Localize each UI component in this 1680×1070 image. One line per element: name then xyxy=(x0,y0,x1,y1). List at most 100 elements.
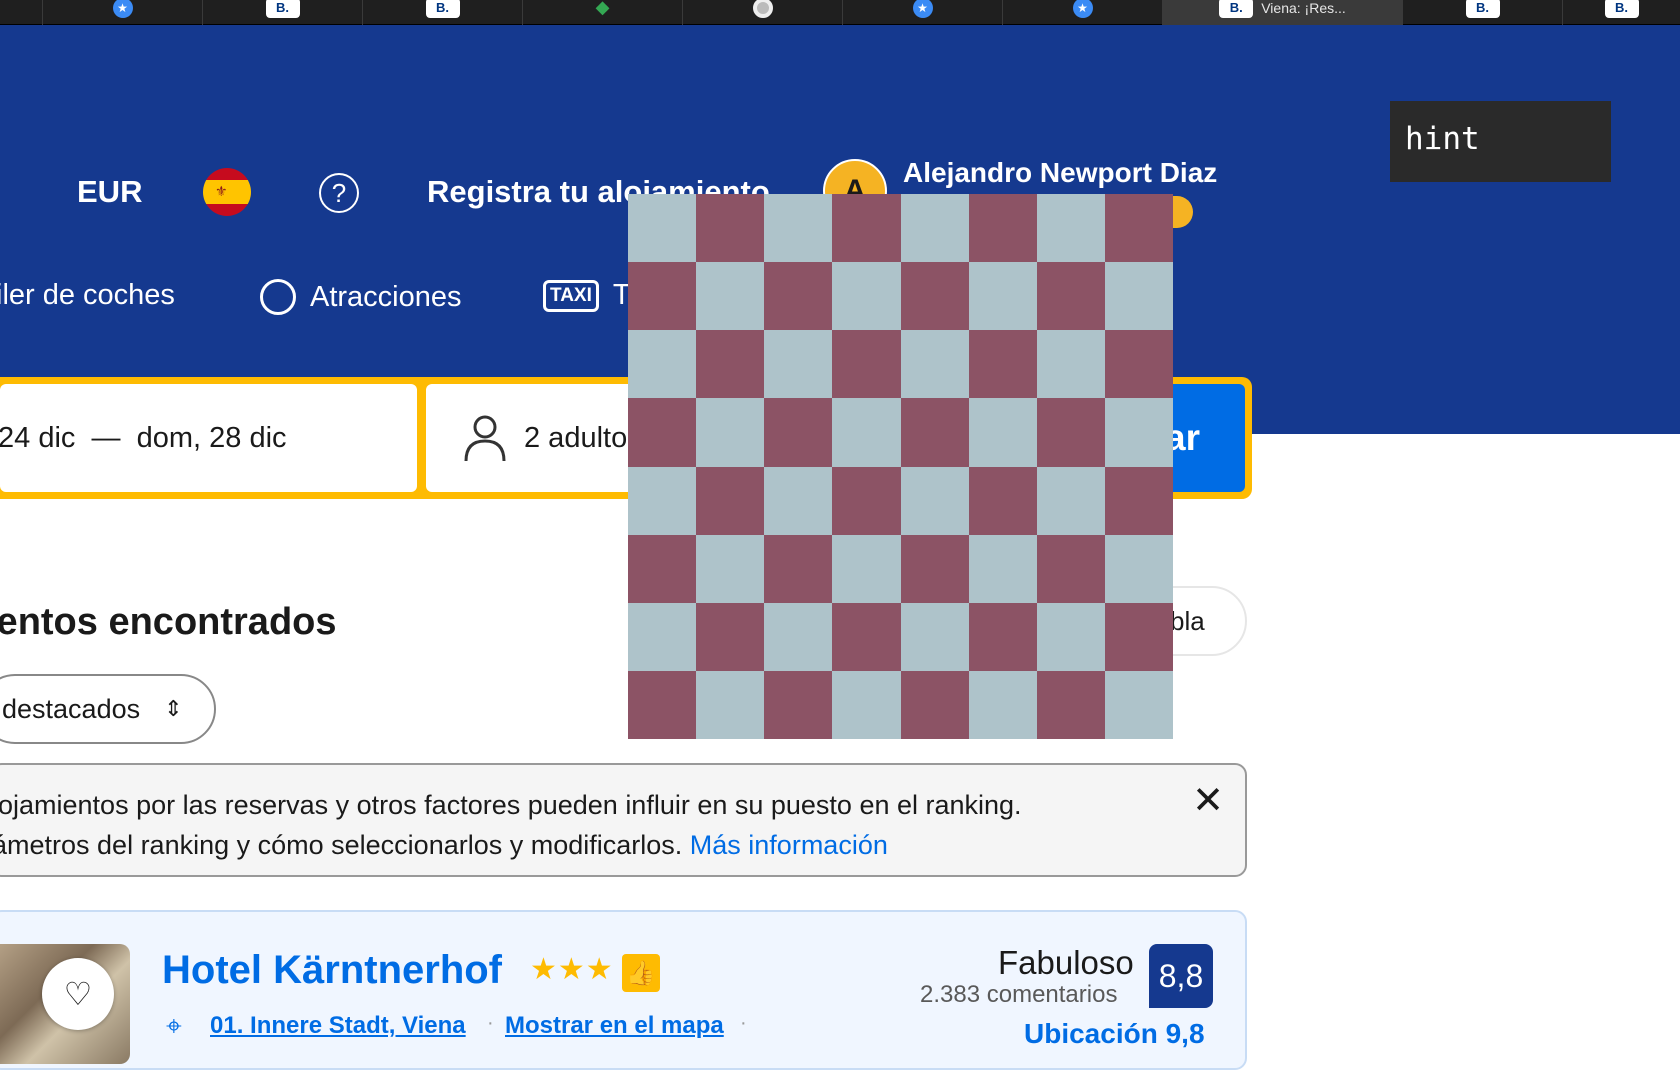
browser-tab-active[interactable]: B. Viena: ¡Res... xyxy=(1162,0,1402,25)
heart-icon[interactable]: ♡ xyxy=(42,958,114,1030)
checker-cell xyxy=(696,602,765,671)
checker-cell xyxy=(1036,194,1105,263)
checker-cell xyxy=(832,602,901,671)
checker-cell xyxy=(628,534,697,603)
review-score-badge: 8,8 xyxy=(1149,944,1213,1008)
location-score: Ubicación 9,8 xyxy=(1024,1018,1205,1049)
separator-dot: · xyxy=(740,1012,747,1034)
star-icon: ★ xyxy=(1072,0,1093,18)
checker-cell xyxy=(968,466,1037,535)
checker-cell xyxy=(900,534,969,603)
checker-cell xyxy=(832,194,901,263)
checker-cell xyxy=(968,194,1037,263)
browser-tab[interactable]: B. xyxy=(202,0,362,25)
booking-icon: B. xyxy=(265,0,300,18)
star-rating: ★★★ xyxy=(530,953,614,986)
checker-cell xyxy=(1104,398,1173,467)
nav-attractions-label: Atracciones xyxy=(310,280,462,313)
district-link[interactable]: 01. Innere Stadt, Viena xyxy=(210,1012,466,1040)
show-on-map-link[interactable]: Mostrar en el mapa xyxy=(505,1012,724,1040)
checker-cell xyxy=(628,466,697,535)
circle-icon xyxy=(752,0,773,18)
checker-cell xyxy=(900,602,969,671)
checker-cell xyxy=(764,330,833,399)
checker-cell xyxy=(1036,398,1105,467)
checker-cell xyxy=(696,194,765,263)
checker-cell xyxy=(1104,330,1173,399)
results-title: ientos encontrados xyxy=(0,601,337,643)
checker-cell xyxy=(764,602,833,671)
checker-cell xyxy=(628,330,697,399)
browser-tab[interactable]: ★ xyxy=(42,0,202,25)
location-pin-icon: ⌖ xyxy=(166,1010,182,1041)
checker-cell xyxy=(628,670,697,739)
checker-cell xyxy=(696,262,765,331)
nav-car-rental[interactable]: iler de coches xyxy=(0,279,175,312)
checker-cell xyxy=(696,398,765,467)
checker-cell xyxy=(764,262,833,331)
checker-cell xyxy=(900,398,969,467)
checker-cell xyxy=(832,398,901,467)
checker-cell xyxy=(1036,262,1105,331)
maps-icon: ◆ xyxy=(595,0,610,17)
checker-cell xyxy=(968,534,1037,603)
map-toggle-label: bla xyxy=(1170,605,1205,636)
close-icon[interactable]: ✕ xyxy=(1185,777,1231,823)
browser-tab[interactable]: B. xyxy=(362,0,522,25)
checker-cell xyxy=(1104,194,1173,263)
user-name[interactable]: Alejandro Newport Diaz xyxy=(903,157,1217,189)
thumbs-up-icon: 👍 xyxy=(622,954,660,992)
separator-dot: · xyxy=(487,1012,494,1034)
browser-tab[interactable] xyxy=(682,0,842,25)
browser-tab[interactable]: B. xyxy=(1562,0,1680,25)
hotel-name-link[interactable]: Hotel Kärntnerhof xyxy=(162,948,502,993)
checker-cell xyxy=(1104,466,1173,535)
checker-cell xyxy=(968,602,1037,671)
checker-cell xyxy=(696,670,765,739)
browser-tab[interactable]: B. xyxy=(1402,0,1562,25)
currency-button[interactable]: EUR xyxy=(77,174,142,210)
checker-cell xyxy=(696,330,765,399)
browser-tab[interactable]: ★ xyxy=(1002,0,1162,25)
sort-button[interactable]: destacados ⇕ xyxy=(0,674,216,744)
checker-cell xyxy=(1036,466,1105,535)
ferris-wheel-icon xyxy=(260,279,296,315)
checker-cell xyxy=(628,602,697,671)
checker-cell xyxy=(764,466,833,535)
more-info-link[interactable]: Más información xyxy=(690,830,888,860)
booking-icon: B. xyxy=(1604,0,1639,18)
checker-cell xyxy=(696,466,765,535)
checker-cell xyxy=(1036,670,1105,739)
checker-cell xyxy=(968,670,1037,739)
ranking-notice: lojamientos por las reservas y otros fac… xyxy=(0,763,1247,877)
dates-value: 24 dic — dom, 28 dic xyxy=(0,421,287,454)
language-flag-icon[interactable]: ⚜ xyxy=(203,168,251,216)
browser-tab[interactable]: ◆ xyxy=(522,0,682,25)
browser-tab-bar: ★ B. B. ◆ ★ ★ B. Viena: ¡Res... B. B. xyxy=(0,0,1680,25)
checker-cell xyxy=(764,670,833,739)
checker-cell xyxy=(968,330,1037,399)
nav-attractions[interactable]: Atracciones xyxy=(260,279,462,315)
checker-cell xyxy=(900,330,969,399)
star-icon: ★ xyxy=(912,0,933,18)
date-picker[interactable]: 24 dic — dom, 28 dic xyxy=(0,384,417,492)
checker-cell xyxy=(900,262,969,331)
notice-line-1: lojamientos por las reservas y otros fac… xyxy=(0,790,1022,820)
checker-cell xyxy=(1104,262,1173,331)
checker-cell xyxy=(628,194,697,263)
checker-cell xyxy=(900,194,969,263)
booking-icon: B. xyxy=(1219,0,1254,18)
checker-cell xyxy=(764,194,833,263)
checker-cell xyxy=(1036,330,1105,399)
checker-cell xyxy=(1104,534,1173,603)
checker-cell xyxy=(900,670,969,739)
checker-cell xyxy=(968,262,1037,331)
help-icon[interactable]: ? xyxy=(319,173,359,213)
notice-line-2: ámetros del ranking y cómo seleccionarlo… xyxy=(0,825,888,865)
sort-arrows-icon: ⇕ xyxy=(164,696,183,721)
sort-label: destacados xyxy=(2,693,141,724)
person-icon xyxy=(464,415,506,462)
browser-tab[interactable]: ★ xyxy=(842,0,1002,25)
checker-cell xyxy=(628,398,697,467)
checker-cell xyxy=(1036,534,1105,603)
